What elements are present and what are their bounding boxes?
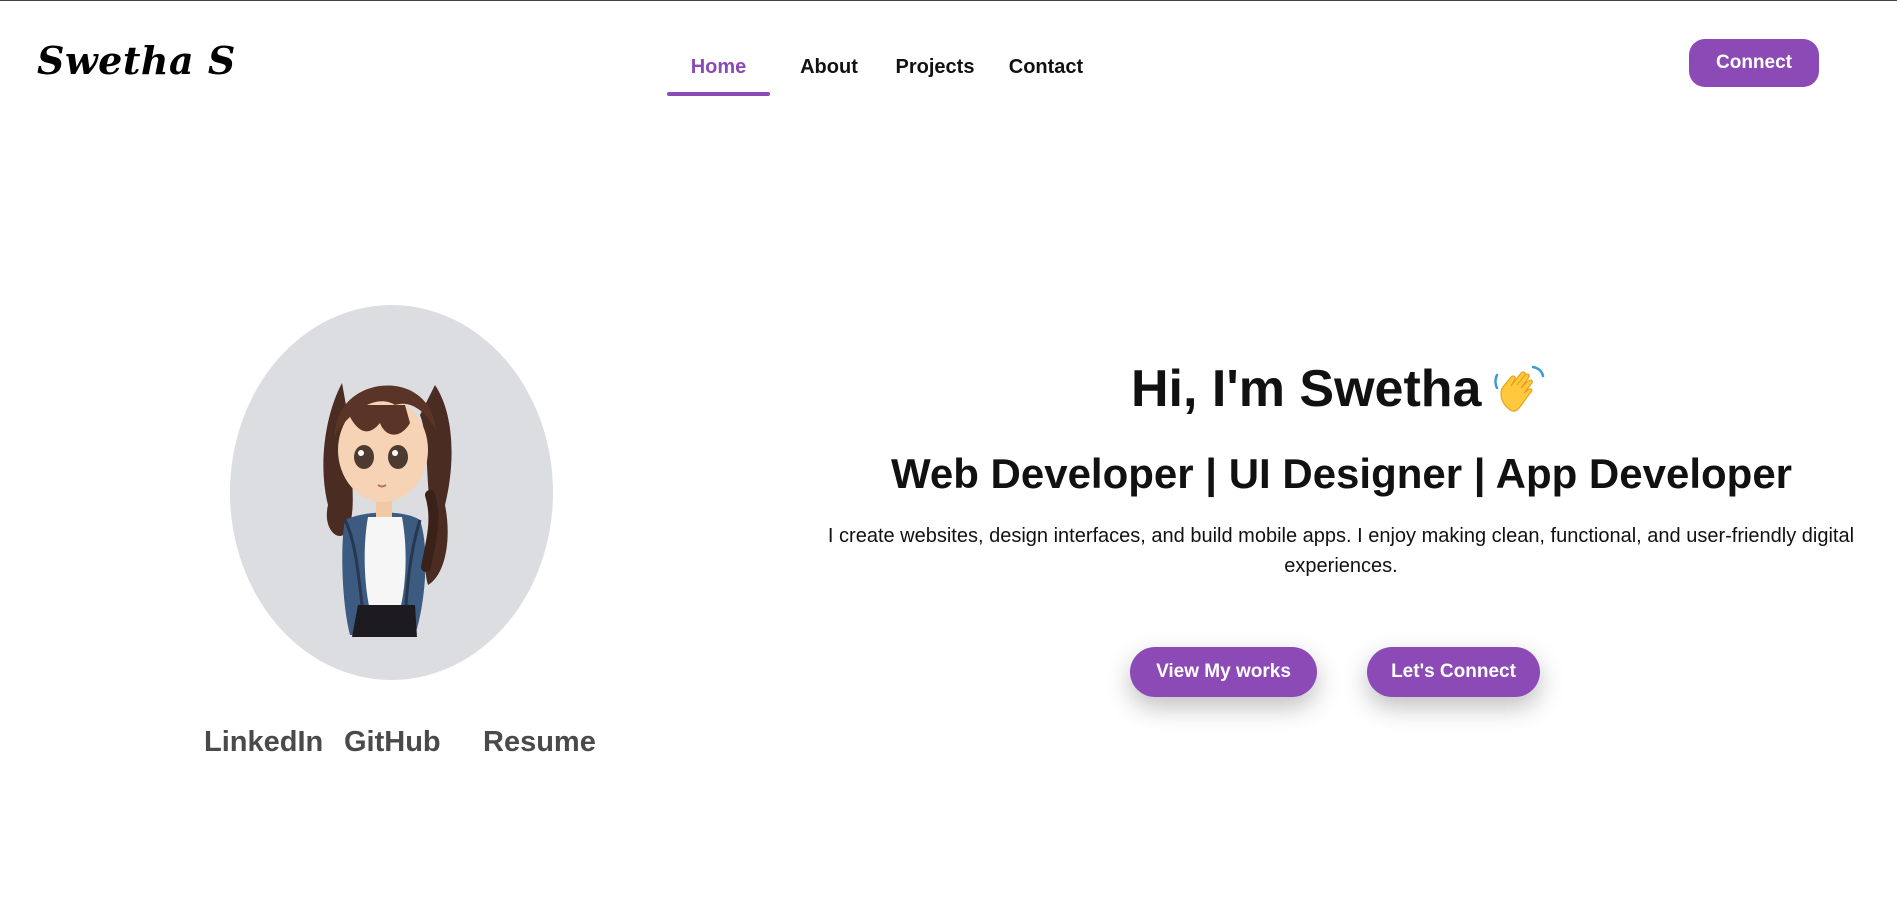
cartoon-girl-illustration [323, 383, 452, 637]
hero-title-text: Hi, I'm Swetha [1131, 360, 1482, 418]
nav-about[interactable]: About [789, 44, 869, 96]
nav-home[interactable]: Home [667, 44, 770, 96]
waving-hand-icon [1494, 365, 1545, 412]
site-logo[interactable]: Swetha S [37, 38, 236, 83]
github-link[interactable]: GitHub [344, 726, 441, 759]
lets-connect-button[interactable]: Let's Connect [1367, 647, 1540, 697]
hero-title: Hi, I'm Swetha [1131, 359, 1547, 419]
hero-subtitle: Web Developer | UI Designer | App Develo… [890, 450, 1793, 497]
connect-button[interactable]: Connect [1689, 39, 1819, 87]
window-top-border [0, 0, 1897, 1]
linkedin-link[interactable]: LinkedIn [204, 726, 323, 759]
nav-active-underline [667, 92, 770, 96]
avatar [230, 305, 553, 680]
nav-contact[interactable]: Contact [1005, 44, 1087, 96]
view-works-button[interactable]: View My works [1130, 647, 1317, 697]
nav-projects[interactable]: Projects [889, 44, 981, 96]
hero-description: I create websites, design interfaces, an… [827, 525, 1855, 577]
nav-home-label: Home [690, 56, 747, 78]
resume-link[interactable]: Resume [483, 726, 596, 759]
